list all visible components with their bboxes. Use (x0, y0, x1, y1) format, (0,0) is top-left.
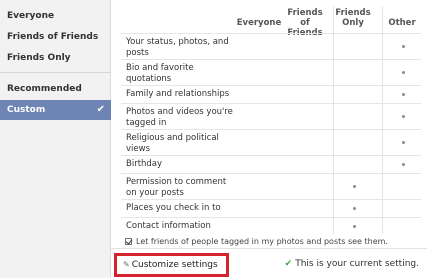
checkmark-icon: ✔ (96, 104, 105, 115)
row-label: Places you check in to (126, 203, 221, 213)
checkbox-label: Let friends of people tagged in my photo… (136, 237, 388, 246)
table-row[interactable]: Religious and political views (121, 129, 421, 155)
table-row[interactable]: Your status, photos, and posts (121, 33, 421, 59)
sidebar-item-friends-only[interactable]: Friends Only (0, 48, 111, 68)
selected-dot-icon (402, 115, 405, 118)
row-label: Contact information (126, 221, 211, 231)
row-label: Your status, photos, and posts (126, 37, 229, 58)
table-row[interactable]: Photos and videos you're tagged in (121, 103, 421, 129)
row-label: Birthday (126, 159, 163, 169)
privacy-settings-table: Everyone Friends of Friends Friends Only… (111, 0, 427, 278)
selected-dot-icon (402, 71, 405, 74)
privacy-sidebar: Everyone Friends of Friends Friends Only… (0, 0, 111, 278)
row-label: Bio and favorite quotations (126, 63, 194, 84)
sidebar-item-everyone[interactable]: Everyone (0, 6, 111, 26)
table-row[interactable]: Birthday (121, 155, 421, 173)
green-check-icon: ✔ (284, 259, 293, 269)
row-label: Family and relationships (126, 89, 230, 99)
customize-settings-link[interactable]: ✎ Customize settings (114, 253, 229, 277)
sidebar-item-recommended[interactable]: Recommended (0, 79, 111, 99)
column-header-everyone: Everyone (236, 18, 282, 28)
row-label: Religious and political views (126, 133, 219, 154)
selected-dot-icon (402, 163, 405, 166)
selected-dot-icon (353, 185, 356, 188)
selected-dot-icon (353, 225, 356, 228)
sidebar-item-custom[interactable]: Custom ✔ (0, 100, 111, 120)
pencil-icon: ✎ (123, 260, 130, 269)
table-row[interactable]: Permission to comment on your posts (121, 173, 421, 199)
selected-dot-icon (402, 93, 405, 96)
selected-dot-icon (353, 207, 356, 210)
table-row[interactable]: Places you check in to (121, 199, 421, 217)
current-setting-status: ✔ This is your current setting. (285, 259, 419, 269)
table-row[interactable]: Family and relationships (121, 85, 421, 103)
sidebar-item-label: Custom (7, 105, 46, 115)
current-setting-label: This is your current setting. (295, 259, 419, 269)
checkbox[interactable] (125, 238, 132, 245)
table-row[interactable]: Bio and favorite quotations (121, 59, 421, 85)
selected-dot-icon (402, 141, 405, 144)
row-label: Photos and videos you're tagged in (126, 107, 233, 128)
customize-settings-label: Customize settings (131, 260, 218, 270)
sidebar-divider (0, 72, 111, 73)
table-row[interactable]: Contact information (121, 217, 421, 234)
sidebar-item-friends-of-friends[interactable]: Friends of Friends (0, 27, 111, 47)
selected-dot-icon (402, 45, 405, 48)
column-header-other: Other (388, 18, 416, 28)
tagged-friends-option[interactable]: Let friends of people tagged in my photo… (125, 237, 388, 246)
settings-footer: ✎ Customize settings ✔ This is your curren… (111, 248, 427, 278)
row-label: Permission to comment on your posts (126, 177, 227, 198)
column-header-friends-only: Friends Only (335, 8, 371, 28)
